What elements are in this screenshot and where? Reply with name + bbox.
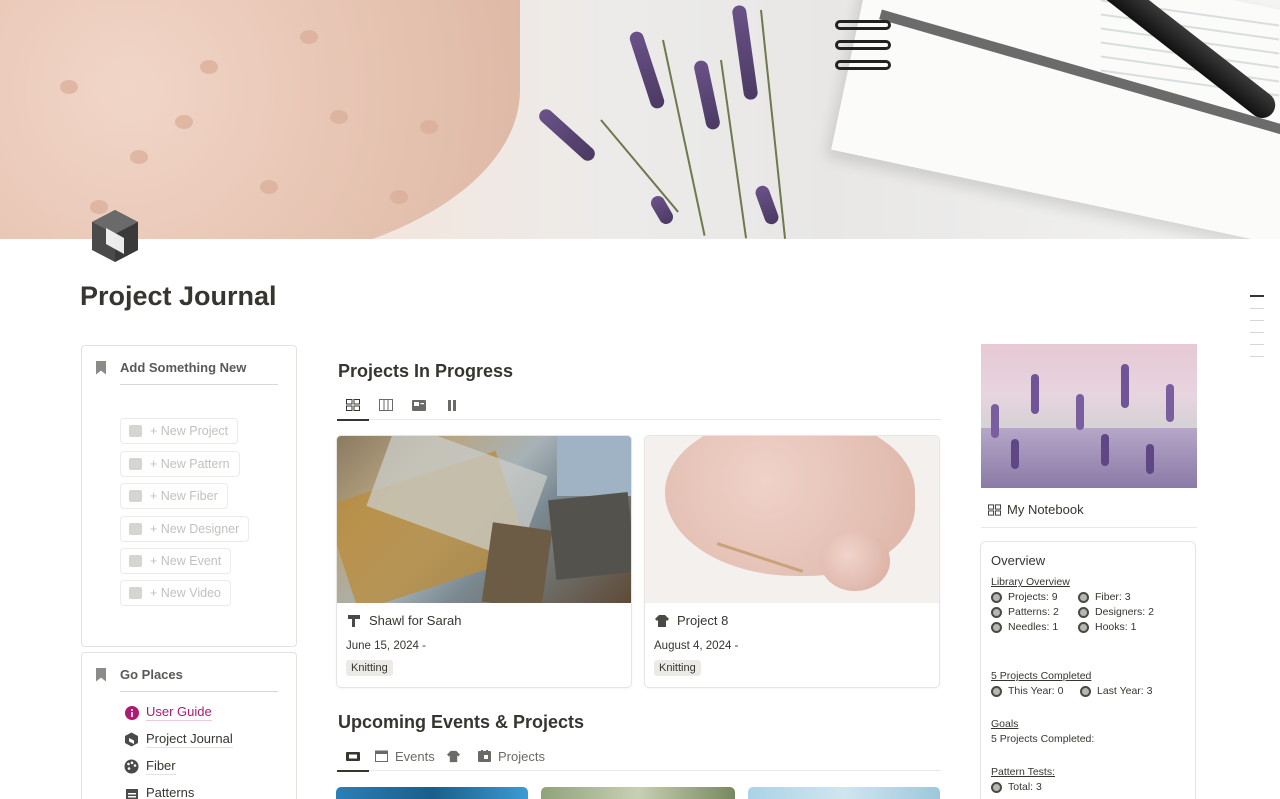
panel-heading: Go Places xyxy=(120,667,183,682)
project-cover-image xyxy=(645,436,939,603)
cover-image xyxy=(0,0,1280,239)
library-overview-heading: Library Overview xyxy=(991,576,1070,588)
pause-view-icon xyxy=(448,399,456,411)
project-card[interactable]: Shawl for Sarah June 15, 2024 - Knitting xyxy=(336,435,632,688)
link-patterns[interactable]: Patterns xyxy=(124,785,194,799)
palette-icon xyxy=(124,759,139,774)
project-date: August 4, 2024 - xyxy=(654,640,739,652)
board-view-icon xyxy=(379,399,393,411)
lavender-sprig xyxy=(648,193,676,227)
sweater-icon xyxy=(446,750,460,762)
document-icon xyxy=(129,458,142,470)
ticket-icon xyxy=(346,751,360,761)
knitted-fabric xyxy=(0,0,520,239)
page-title: Project Journal xyxy=(80,281,277,311)
video-icon xyxy=(129,587,142,599)
pattern-tests-heading: Pattern Tests: xyxy=(991,766,1056,778)
board-view-tab[interactable] xyxy=(370,390,402,420)
project-name: Project 8 xyxy=(677,613,729,628)
card-view-icon xyxy=(412,399,426,411)
tab-projects[interactable]: Projects xyxy=(478,741,550,771)
stat-fiber: Fiber: 3 xyxy=(1078,591,1131,603)
stat-this-year: This Year: 0 xyxy=(991,685,1063,697)
link-fiber[interactable]: Fiber xyxy=(124,758,176,775)
panel-heading: Add Something New xyxy=(120,360,247,375)
goals-heading: Goals xyxy=(991,718,1019,730)
completed-heading: 5 Projects Completed xyxy=(991,670,1092,682)
lavender-sprig xyxy=(731,4,759,101)
new-video-button[interactable]: + New Video xyxy=(120,580,231,606)
overview-title: Overview xyxy=(991,553,1046,568)
upcoming-card-image[interactable] xyxy=(748,787,940,799)
gallery-view-icon xyxy=(346,399,360,411)
goals-text: 5 Projects Completed: xyxy=(991,733,1095,745)
calendar-icon xyxy=(375,750,388,762)
ticket-icon xyxy=(129,555,142,567)
tab-tickets[interactable] xyxy=(337,741,369,772)
stat-projects: Projects: 9 xyxy=(991,591,1058,603)
calendar-icon xyxy=(124,786,139,799)
my-notebook-link[interactable]: My Notebook xyxy=(988,502,1084,517)
stat-hooks: Hooks: 1 xyxy=(1078,621,1136,633)
stat-needles: Needles: 1 xyxy=(991,621,1058,633)
add-something-new-panel: Add Something New + New Project + New Pa… xyxy=(81,345,297,647)
tab-sweater[interactable] xyxy=(443,741,463,771)
sweater-icon xyxy=(129,425,142,437)
link-project-journal[interactable]: Project Journal xyxy=(124,731,233,748)
lavender-sprig xyxy=(627,29,667,111)
card-view-tab[interactable] xyxy=(403,390,435,420)
new-fiber-button[interactable]: + New Fiber xyxy=(120,483,228,509)
yarn-icon xyxy=(129,490,142,502)
new-pattern-button[interactable]: + New Pattern xyxy=(120,451,240,477)
bookmark-icon xyxy=(96,360,106,375)
gallery-view-icon xyxy=(988,503,1001,516)
stat-tests-total: Total: 3 xyxy=(991,781,1042,793)
project-tag: Knitting xyxy=(654,660,701,676)
table-of-contents[interactable] xyxy=(1250,295,1264,368)
upcoming-card-image[interactable] xyxy=(541,787,735,799)
view-tabs xyxy=(337,390,941,421)
project-name: Shawl for Sarah xyxy=(369,613,462,628)
gallery-view-tab[interactable] xyxy=(337,390,369,421)
upcoming-tabs: Events Projects xyxy=(337,741,941,772)
pause-view-tab[interactable] xyxy=(436,390,468,420)
sweater-icon xyxy=(655,614,669,627)
project-tag: Knitting xyxy=(346,660,393,676)
tab-events[interactable]: Events xyxy=(375,741,437,771)
projects-in-progress-heading: Projects In Progress xyxy=(338,361,514,381)
lavender-field-image xyxy=(981,344,1197,488)
lavender-sprig xyxy=(692,59,722,131)
calendar-icon xyxy=(478,750,491,762)
box-icon xyxy=(124,732,139,747)
box-icon xyxy=(92,210,138,262)
bookmark-icon xyxy=(96,667,106,682)
go-places-panel: Go Places User Guide Project Journal Fib… xyxy=(81,652,297,799)
stat-last-year: Last Year: 3 xyxy=(1080,685,1152,697)
project-date: June 15, 2024 - xyxy=(346,640,426,652)
stat-designers: Designers: 2 xyxy=(1078,606,1154,618)
new-event-button[interactable]: + New Event xyxy=(120,548,232,574)
lavender-sprig xyxy=(536,106,598,164)
stat-patterns: Patterns: 2 xyxy=(991,606,1059,618)
project-card[interactable]: Project 8 August 4, 2024 - Knitting xyxy=(644,435,940,688)
link-user-guide[interactable]: User Guide xyxy=(124,704,212,721)
person-icon xyxy=(129,523,142,535)
upcoming-heading: Upcoming Events & Projects xyxy=(338,712,585,732)
new-project-button[interactable]: + New Project xyxy=(120,418,239,444)
upcoming-card-image[interactable] xyxy=(336,787,528,799)
new-designer-button[interactable]: + New Designer xyxy=(120,516,250,542)
overview-panel: Overview Library Overview Projects: 9 Pa… xyxy=(980,541,1196,799)
pattern-icon xyxy=(348,614,360,627)
lavender-sprig xyxy=(753,183,781,227)
info-icon xyxy=(124,705,139,720)
project-cover-image xyxy=(337,436,631,603)
